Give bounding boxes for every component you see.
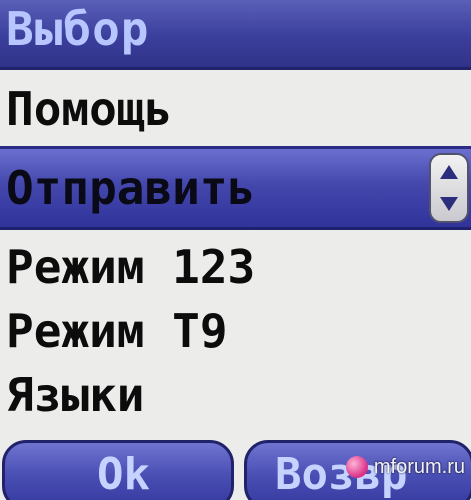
menu-item-label: Помощь [6,82,173,136]
menu-item-label: Режим T9 [6,304,228,358]
screen-title: Выбор [6,2,150,56]
options-menu: Помощь Отправить Режим 123 Режим T9 Язык… [0,80,471,420]
ok-softkey-label: Ok [97,449,150,500]
watermark: mforum.ru [345,452,465,482]
menu-item-mode-123[interactable]: Режим 123 [0,238,471,296]
phone-screen: Выбор Помощь Отправить Режим 123 Режим T… [0,0,471,500]
ok-softkey[interactable]: Ok [2,440,234,500]
menu-item-label: Режим 123 [6,240,256,294]
menu-item-mode-t9[interactable]: Режим T9 [0,302,471,360]
menu-item-languages[interactable]: Языки [0,366,471,424]
menu-item-help[interactable]: Помощь [0,80,471,138]
watermark-logo-icon [345,456,368,478]
menu-item-label: Отправить [6,161,256,215]
menu-item-label: Языки [6,368,145,422]
scroll-arrows-icon [429,153,469,223]
arrow-down-icon [440,197,458,211]
title-bar: Выбор [0,0,471,70]
watermark-text: mforum.ru [373,455,465,478]
menu-item-send[interactable]: Отправить [0,146,471,230]
arrow-up-icon [440,165,458,179]
